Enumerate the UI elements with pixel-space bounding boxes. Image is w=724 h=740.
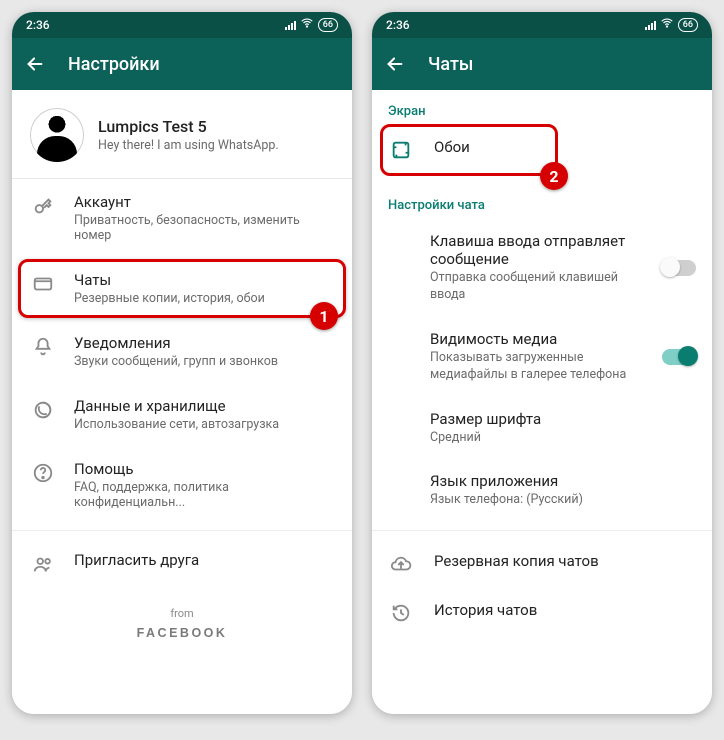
chats-item-history[interactable]: История чатов [372, 588, 712, 637]
footer-facebook: FACEBOOK [12, 626, 352, 640]
profile-row[interactable]: Lumpics Test 5 Hey there! I am using Wha… [12, 90, 352, 179]
item-title: Видимость медиа [430, 330, 652, 348]
item-title: Чаты [74, 271, 265, 289]
step-badge-2: 2 [540, 162, 568, 190]
wifi-icon [300, 16, 314, 34]
app-bar: Настройки [12, 38, 352, 90]
item-title: Данные и хранилище [74, 397, 279, 415]
wifi-icon [660, 16, 674, 34]
item-sub: Приватность, безопасность, изменить номе… [74, 213, 338, 243]
chats-item-media-visibility[interactable]: Видимость медиа Показывать загруженные м… [372, 317, 712, 397]
avatar [30, 108, 84, 162]
item-title: Пригласить друга [74, 551, 199, 569]
chats-item-backup[interactable]: Резервная копия чатов [372, 539, 712, 588]
settings-item-notifications[interactable]: Уведомления Звуки сообщений, групп и зво… [12, 320, 352, 383]
battery-icon: 66 [678, 18, 698, 32]
phone-chats: 2:36 66 Чаты Экран Обои 2 Настройки чата [372, 12, 712, 714]
settings-item-account[interactable]: Аккаунт Приватность, безопасность, измен… [12, 179, 352, 257]
footer-from: from [12, 607, 352, 620]
app-bar: Чаты [372, 38, 712, 90]
toggle-switch[interactable] [662, 260, 696, 276]
item-sub: Показывать загруженные медиафайлы в гале… [430, 350, 652, 384]
item-sub: FAQ, поддержка, политика конфиденциальн.… [74, 480, 338, 510]
settings-item-data[interactable]: Данные и хранилище Использование сети, а… [12, 383, 352, 446]
chats-item-enter-sends[interactable]: Клавиша ввода отправляет сообщение Отпра… [372, 219, 712, 317]
signal-icon [285, 21, 296, 30]
footer: from FACEBOOK [12, 607, 352, 640]
back-icon[interactable] [384, 53, 406, 75]
status-time: 2:36 [386, 18, 410, 32]
item-sub: Язык телефона: (Русский) [430, 492, 583, 509]
phone-settings: 2:36 66 Настройки Lumpics Test 5 Hey the… [12, 12, 352, 714]
section-chat: Настройки чата [372, 184, 712, 219]
item-title: История чатов [434, 601, 537, 619]
chats-item-font-size[interactable]: Размер шрифта Средний [372, 397, 712, 460]
help-icon [32, 462, 54, 484]
signal-icon [645, 21, 656, 30]
settings-item-chats[interactable]: Чаты Резервные копии, история, обои 1 [12, 257, 352, 320]
history-icon [390, 602, 412, 624]
people-icon [32, 553, 54, 575]
page-title: Чаты [428, 54, 473, 75]
item-title: Помощь [74, 460, 338, 478]
item-title: Язык приложения [430, 472, 583, 490]
status-bar: 2:36 66 [372, 12, 712, 38]
chats-item-app-language[interactable]: Язык приложения Язык телефона: (Русский) [372, 459, 712, 522]
cloud-upload-icon [390, 553, 412, 575]
item-title: Уведомления [74, 334, 278, 352]
key-icon [32, 195, 54, 217]
item-title: Резервная копия чатов [434, 552, 599, 570]
settings-item-help[interactable]: Помощь FAQ, поддержка, политика конфиден… [12, 446, 352, 524]
item-title: Обои [434, 138, 470, 156]
item-sub: Использование сети, автозагрузка [74, 417, 279, 432]
item-sub: Отправка сообщений клавишей ввода [430, 270, 652, 304]
item-title: Клавиша ввода отправляет сообщение [430, 232, 652, 268]
item-sub: Звуки сообщений, групп и звонков [74, 354, 278, 369]
chat-icon [32, 273, 54, 295]
section-screen: Экран [372, 90, 712, 125]
item-title: Размер шрифта [430, 410, 541, 428]
settings-content: Lumpics Test 5 Hey there! I am using Wha… [12, 90, 352, 714]
back-icon[interactable] [24, 53, 46, 75]
page-title: Настройки [68, 54, 160, 75]
item-title: Аккаунт [74, 193, 338, 211]
profile-name: Lumpics Test 5 [98, 117, 279, 136]
battery-icon: 66 [318, 18, 338, 32]
status-bar: 2:36 66 [12, 12, 352, 38]
bell-icon [32, 336, 54, 358]
item-sub: Средний [430, 430, 541, 447]
toggle-switch[interactable] [662, 349, 696, 365]
chats-content: Экран Обои 2 Настройки чата Клавиша ввод… [372, 90, 712, 714]
item-sub: Резервные копии, история, обои [74, 291, 265, 306]
status-time: 2:36 [26, 18, 50, 32]
settings-item-invite[interactable]: Пригласить друга [12, 537, 352, 589]
wallpaper-icon [390, 139, 412, 161]
data-icon [32, 399, 54, 421]
profile-status: Hey there! I am using WhatsApp. [98, 138, 279, 153]
